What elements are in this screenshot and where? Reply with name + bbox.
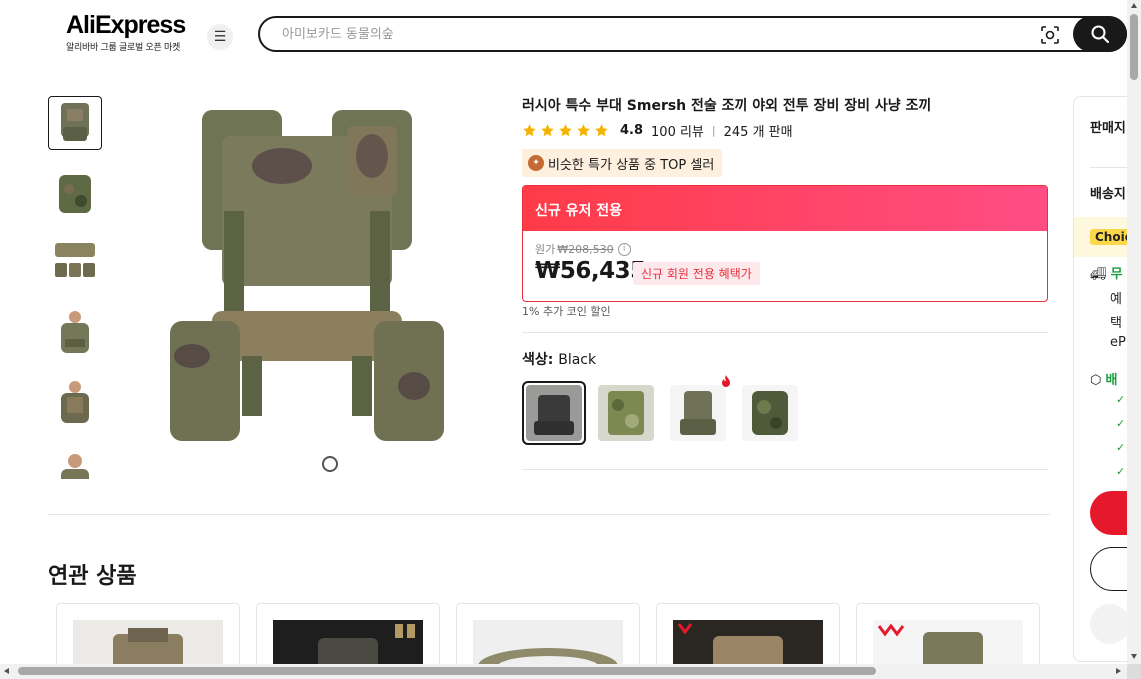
horizontal-scrollbar[interactable] — [0, 664, 1127, 679]
thumbnail-3[interactable] — [48, 236, 102, 290]
scrollbar-thumb[interactable] — [1130, 14, 1138, 80]
logo-subtitle: 알리바바 그룹 글로벌 오픈 마켓 — [66, 43, 180, 53]
delivery-line-1: 예 — [1110, 292, 1122, 307]
top-seller-badge[interactable]: ✦ 비슷한 특가 상품 중 TOP 셀러 — [522, 149, 723, 177]
rating-stars — [522, 123, 612, 138]
guarantee-title: 배 — [1105, 373, 1118, 388]
search-icon — [1091, 25, 1110, 44]
original-price: ₩208,530 — [557, 242, 614, 256]
thumbnail-4[interactable] — [48, 306, 102, 360]
swatch-black[interactable] — [522, 381, 586, 445]
delivery-row: 🚚︎ 무 — [1090, 263, 1123, 282]
star-icon — [577, 124, 590, 137]
star-icon — [523, 124, 536, 137]
star-icon — [595, 124, 608, 137]
divider-line — [522, 469, 1048, 470]
scrollbar-corner — [1127, 664, 1141, 679]
swatch-forest-camo[interactable] — [738, 381, 802, 445]
check-icon: ✓ — [1116, 465, 1126, 478]
swatch-olive-camo[interactable] — [666, 375, 730, 445]
color-value: Black — [558, 352, 597, 368]
hamburger-icon[interactable]: ☰ — [207, 24, 233, 50]
thumbnail-list — [48, 96, 102, 479]
deal-header: 신규 유저 전용 — [523, 186, 1047, 231]
main-product-image[interactable] — [152, 96, 462, 479]
price-tag: 신규 회원 전용 혜택가 — [633, 262, 760, 285]
badge-text: 비슷한 특가 상품 중 TOP 셀러 — [548, 157, 715, 173]
search-bar — [258, 16, 1127, 52]
search-input[interactable] — [282, 24, 1022, 44]
vertical-scrollbar[interactable] — [1127, 0, 1141, 664]
product-title: 러시아 특수 부대 Smersh 전술 조끼 야외 전투 장비 장비 사냥 조끼 — [522, 98, 932, 114]
original-price-label: 원가 — [535, 243, 556, 256]
delivery-line-2: 택 — [1110, 316, 1122, 331]
thumbnail-6[interactable] — [48, 446, 102, 479]
related-products-title: 연관 상품 — [48, 564, 137, 589]
color-swatches — [522, 375, 810, 445]
color-label: 색상: Black — [522, 349, 596, 369]
divider: | — [711, 124, 716, 137]
thumbnail-1[interactable] — [48, 96, 102, 150]
scroll-up-icon[interactable] — [1131, 3, 1137, 8]
current-price: ₩56,435 — [535, 258, 646, 284]
new-user-deal-box: 신규 유저 전용 원가 ₩208,530 i ₩56,435 신규 회원 전용 … — [522, 185, 1048, 302]
rating-row: 4.8 100 리뷰 | 245 개 판매 — [522, 121, 793, 140]
truck-icon: 🚚︎ — [1090, 267, 1107, 282]
medal-icon: ✦ — [528, 155, 544, 171]
aliexpress-logo[interactable]: AliExpress 알리바바 그룹 글로벌 오픈 마켓 — [66, 11, 186, 54]
delivery-line-3: eP — [1110, 335, 1126, 350]
scroll-down-icon[interactable] — [1131, 654, 1137, 659]
thumbnail-5[interactable] — [48, 376, 102, 430]
star-icon — [541, 124, 554, 137]
scroll-right-icon[interactable] — [1116, 668, 1121, 674]
camera-search-icon[interactable] — [1040, 25, 1060, 45]
free-shipping-text: 무 — [1110, 267, 1123, 282]
original-price-row: 원가 ₩208,530 i — [535, 241, 631, 257]
swatch-green-camo[interactable] — [594, 381, 658, 445]
share-button[interactable] — [1090, 604, 1130, 644]
fire-icon — [722, 375, 730, 387]
thumbnail-2[interactable] — [48, 166, 102, 220]
divider-line — [522, 332, 1048, 333]
info-icon[interactable]: i — [617, 242, 631, 256]
box-icon: ⬡ — [1090, 373, 1102, 388]
section-divider — [48, 514, 1050, 515]
scrollbar-thumb[interactable] — [18, 667, 876, 675]
seller-title: 판매지 — [1090, 121, 1126, 136]
coin-discount-note: 1% 추가 코인 할인 — [522, 305, 611, 318]
sold-count: 245 개 판매 — [723, 125, 793, 140]
color-label-text: 색상: — [522, 352, 559, 368]
review-count[interactable]: 100 리뷰 — [651, 121, 704, 140]
star-icon — [559, 124, 572, 137]
ship-to-title: 배송지 — [1090, 187, 1126, 202]
scroll-left-icon[interactable] — [4, 668, 9, 674]
check-icon: ✓ — [1116, 441, 1126, 454]
shipping-guarantee-row: ⬡ 배 — [1090, 369, 1117, 388]
check-icon: ✓ — [1116, 417, 1126, 430]
rating-value: 4.8 — [620, 123, 644, 138]
check-icon: ✓ — [1116, 393, 1126, 406]
logo-text: AliExpress — [66, 11, 186, 39]
product-page: AliExpress 알리바바 그룹 글로벌 오픈 마켓 ☰ 아미보카드 동물의… — [0, 0, 1141, 679]
search-button[interactable] — [1073, 16, 1127, 52]
